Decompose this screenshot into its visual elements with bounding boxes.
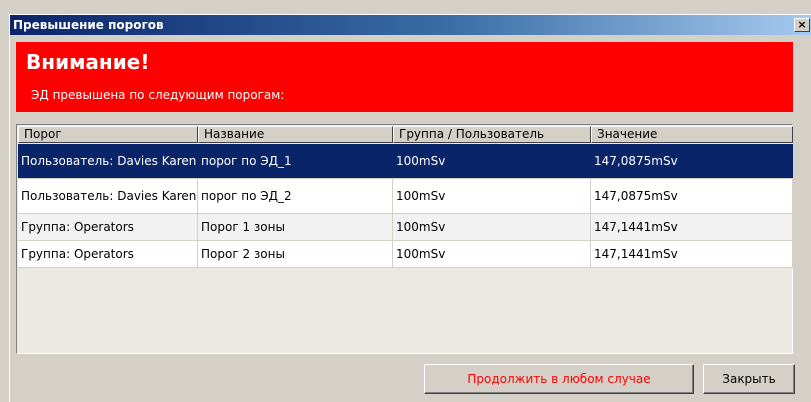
close-button[interactable]: Закрыть [703,364,795,394]
name-cell: Порог 1 зоны [198,214,393,240]
table-row[interactable]: Группа: Operators Порог 2 зоны 100mSv 14… [18,241,793,268]
window-title: Превышение порогов [13,18,164,32]
group-cell: 100mSv [393,241,591,267]
group-cell: 100mSv [393,179,591,213]
warning-message: ЭД превышена по следующим порогам: [31,88,285,102]
value-cell: 147,1441mSv [591,241,793,267]
name-cell: порог по ЭД_2 [198,179,393,213]
threshold-cell: Пользователь: Davies Karen [18,179,198,213]
name-cell: порог по ЭД_1 [198,144,393,178]
threshold-cell: Пользователь: Davies Karen [18,144,198,178]
warning-banner: Внимание! ЭД превышена по следующим поро… [16,42,793,112]
table-row[interactable]: Пользователь: Davies Karen порог по ЭД_1… [18,144,793,179]
group-cell: 100mSv [393,144,591,178]
warning-title: Внимание! [26,50,150,74]
threshold-cell: Группа: Operators [18,241,198,267]
table-row[interactable]: Пользователь: Davies Karen порог по ЭД_2… [18,179,793,214]
name-cell: Порог 2 зоны [198,241,393,267]
close-icon[interactable]: × [794,18,810,32]
threshold-cell: Группа: Operators [18,214,198,240]
continue-anyway-button[interactable]: Продолжить в любом случае [424,364,694,394]
column-header-name[interactable]: Название [198,126,393,143]
table-body: Пользователь: Davies Karen порог по ЭД_1… [18,144,793,268]
table-header: Порог Название Группа / Пользователь Зна… [18,126,793,143]
table-row[interactable]: Группа: Operators Порог 1 зоны 100mSv 14… [18,214,793,241]
column-header-group[interactable]: Группа / Пользователь [393,126,591,143]
title-bar[interactable]: Превышение порогов × [10,15,811,35]
column-header-threshold[interactable]: Порог [18,126,198,143]
value-cell: 147,0875mSv [591,179,793,213]
column-header-value[interactable]: Значение [591,126,793,143]
value-cell: 147,0875mSv [591,144,793,178]
group-cell: 100mSv [393,214,591,240]
value-cell: 147,1441mSv [591,214,793,240]
thresholds-table: Порог Название Группа / Пользователь Зна… [16,124,793,354]
